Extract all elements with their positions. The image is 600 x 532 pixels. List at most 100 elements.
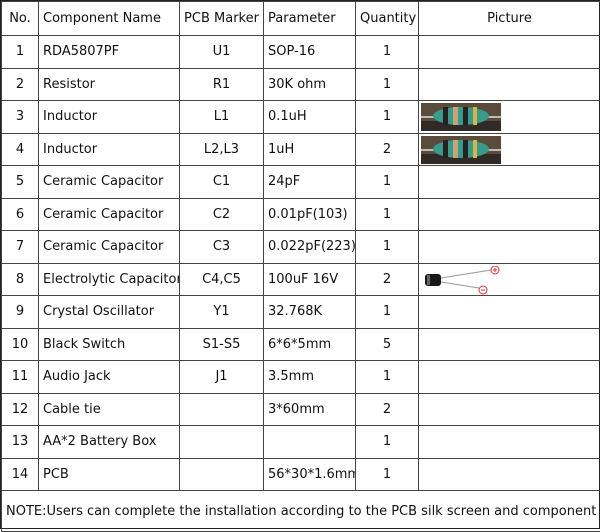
cell-pcb-marker bbox=[180, 393, 264, 426]
cell-no: 7 bbox=[2, 231, 39, 264]
cell-component-name: Ceramic Capacitor bbox=[39, 231, 180, 264]
cell-quantity: 1 bbox=[356, 101, 419, 134]
cell-component-name: Crystal Oscillator bbox=[39, 296, 180, 329]
cell-component-name: Electrolytic Capacitor bbox=[39, 263, 180, 296]
cell-picture bbox=[419, 231, 600, 264]
header-parameter: Parameter bbox=[264, 2, 356, 36]
cell-no: 12 bbox=[2, 393, 39, 426]
table-row: 13AA*2 Battery Box1 bbox=[2, 426, 600, 459]
table-row: 7Ceramic CapacitorC30.022pF(223)1 bbox=[2, 231, 600, 264]
table-row: 4InductorL2,L31uH2 bbox=[2, 133, 600, 166]
cell-picture bbox=[419, 68, 600, 101]
table-row: 9Crystal OscillatorY132.768K1 bbox=[2, 296, 600, 329]
cell-component-name: RDA5807PF bbox=[39, 36, 180, 69]
cell-no: 11 bbox=[2, 361, 39, 394]
table-row: 10Black SwitchS1-S56*6*5mm5 bbox=[2, 328, 600, 361]
cell-parameter: 1uH bbox=[264, 133, 356, 166]
cell-pcb-marker: C4,C5 bbox=[180, 263, 264, 296]
cell-quantity: 2 bbox=[356, 393, 419, 426]
inductor-photo bbox=[421, 136, 501, 164]
table-row: 5Ceramic CapacitorC124pF1 bbox=[2, 166, 600, 199]
cell-component-name: PCB bbox=[39, 458, 180, 491]
table-row: 6Ceramic CapacitorC20.01pF(103)1 bbox=[2, 198, 600, 231]
cell-picture bbox=[419, 166, 600, 199]
cell-component-name: Cable tie bbox=[39, 393, 180, 426]
cell-no: 14 bbox=[2, 458, 39, 491]
component-list-sheet: No. Component Name PCB Marker Parameter … bbox=[0, 0, 600, 529]
cell-pcb-marker: U1 bbox=[180, 36, 264, 69]
cell-quantity: 1 bbox=[356, 426, 419, 459]
cell-quantity: 5 bbox=[356, 328, 419, 361]
table-row: 14PCB 56*30*1.6mm1 bbox=[2, 458, 600, 491]
cell-parameter: 56*30*1.6mm bbox=[264, 458, 356, 491]
cell-parameter: SOP-16 bbox=[264, 36, 356, 69]
cell-picture bbox=[419, 198, 600, 231]
cell-quantity: 1 bbox=[356, 458, 419, 491]
cell-pcb-marker bbox=[180, 458, 264, 491]
header-pcb-marker: PCB Marker bbox=[180, 2, 264, 36]
cell-no: 6 bbox=[2, 198, 39, 231]
cell-parameter: 0.01pF(103) bbox=[264, 198, 356, 231]
cell-quantity: 2 bbox=[356, 263, 419, 296]
installation-note: NOTE:Users can complete the installation… bbox=[2, 491, 600, 532]
cell-picture bbox=[419, 361, 600, 394]
cell-picture bbox=[419, 426, 600, 459]
cell-pcb-marker: C1 bbox=[180, 166, 264, 199]
header-row: No. Component Name PCB Marker Parameter … bbox=[2, 2, 600, 36]
cell-picture bbox=[419, 133, 600, 166]
cell-no: 8 bbox=[2, 263, 39, 296]
cell-parameter: 0.1uH bbox=[264, 101, 356, 134]
table-row: 1RDA5807PFU1SOP-161 bbox=[2, 36, 600, 69]
cell-quantity: 2 bbox=[356, 133, 419, 166]
cell-pcb-marker: L2,L3 bbox=[180, 133, 264, 166]
header-no: No. bbox=[2, 2, 39, 36]
cell-picture bbox=[419, 328, 600, 361]
cell-parameter bbox=[264, 426, 356, 459]
cell-pcb-marker bbox=[180, 426, 264, 459]
cell-no: 5 bbox=[2, 166, 39, 199]
cell-parameter: 100uF 16V bbox=[264, 263, 356, 296]
component-table: No. Component Name PCB Marker Parameter … bbox=[1, 1, 600, 532]
cell-quantity: 1 bbox=[356, 68, 419, 101]
cell-picture bbox=[419, 36, 600, 69]
cell-quantity: 1 bbox=[356, 166, 419, 199]
cell-picture bbox=[419, 101, 600, 134]
cell-picture bbox=[419, 393, 600, 426]
cell-picture bbox=[419, 296, 600, 329]
cell-quantity: 1 bbox=[356, 36, 419, 69]
cell-quantity: 1 bbox=[356, 231, 419, 264]
cell-parameter: 24pF bbox=[264, 166, 356, 199]
cell-component-name: Black Switch bbox=[39, 328, 180, 361]
cell-component-name: AA*2 Battery Box bbox=[39, 426, 180, 459]
cell-component-name: Ceramic Capacitor bbox=[39, 198, 180, 231]
cell-pcb-marker: L1 bbox=[180, 101, 264, 134]
cell-parameter: 3.5mm bbox=[264, 361, 356, 394]
table-row: 2ResistorR130K ohm1 bbox=[2, 68, 600, 101]
cell-no: 4 bbox=[2, 133, 39, 166]
cell-pcb-marker: R1 bbox=[180, 68, 264, 101]
cell-parameter: 3*60mm bbox=[264, 393, 356, 426]
cell-quantity: 1 bbox=[356, 361, 419, 394]
cell-no: 10 bbox=[2, 328, 39, 361]
cell-picture bbox=[419, 263, 600, 296]
cell-component-name: Inductor bbox=[39, 133, 180, 166]
table-row: 11Audio JackJ13.5mm1 bbox=[2, 361, 600, 394]
cell-parameter: 0.022pF(223) bbox=[264, 231, 356, 264]
cell-component-name: Inductor bbox=[39, 101, 180, 134]
cell-quantity: 1 bbox=[356, 198, 419, 231]
table-row: 3InductorL10.1uH1 bbox=[2, 101, 600, 134]
cell-pcb-marker: C3 bbox=[180, 231, 264, 264]
table-row: 8Electrolytic CapacitorC4,C5100uF 16V2 bbox=[2, 263, 600, 296]
electrolytic-capacitor-photo bbox=[421, 266, 511, 296]
cell-component-name: Resistor bbox=[39, 68, 180, 101]
header-picture: Picture bbox=[419, 2, 600, 36]
cell-pcb-marker: S1-S5 bbox=[180, 328, 264, 361]
cell-component-name: Audio Jack bbox=[39, 361, 180, 394]
note-row: NOTE:Users can complete the installation… bbox=[2, 491, 600, 532]
cell-quantity: 1 bbox=[356, 296, 419, 329]
cell-pcb-marker: Y1 bbox=[180, 296, 264, 329]
cell-parameter: 32.768K bbox=[264, 296, 356, 329]
cell-picture bbox=[419, 458, 600, 491]
header-component-name: Component Name bbox=[39, 2, 180, 36]
cell-no: 1 bbox=[2, 36, 39, 69]
